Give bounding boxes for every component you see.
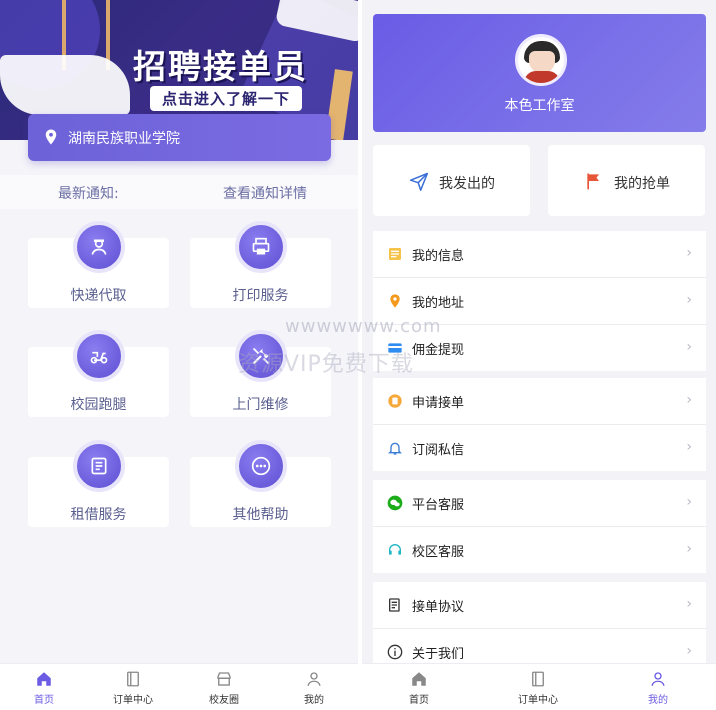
- service-card-other[interactable]: 其他帮助: [190, 440, 331, 527]
- document-icon: [389, 598, 400, 612]
- service-label: 打印服务: [232, 288, 289, 304]
- chevron-right-icon: ›: [686, 245, 692, 261]
- tab-label: 首页: [34, 695, 54, 706]
- campus-location-bar[interactable]: 湖南民族职业学院: [28, 114, 331, 161]
- watermark-text: 资源VIP免费下载: [238, 352, 414, 377]
- my-grab-button[interactable]: 我的抢单: [548, 145, 705, 216]
- banner-title: 招聘接单员: [133, 47, 308, 86]
- notice-bar: 最新通知: 查看通知详情: [0, 175, 358, 209]
- rent-icon: [73, 440, 125, 492]
- book-illustration: [0, 55, 130, 115]
- menu-group-about: 接单协议 › 关于我们 ›: [373, 582, 706, 675]
- service-label: 其他帮助: [232, 507, 289, 523]
- chevron-right-icon: ›: [686, 494, 692, 510]
- menu-group-account: 我的信息 › 我的地址 › 佣金提现 ›: [373, 231, 706, 371]
- campus-name: 湖南民族职业学院: [68, 131, 180, 147]
- notice-detail-link[interactable]: 查看通知详情: [223, 183, 307, 203]
- location-pin-icon: [45, 129, 57, 145]
- user-icon: [651, 672, 665, 686]
- tab-mine[interactable]: 我的: [284, 670, 344, 706]
- service-label: 租借服务: [70, 507, 127, 523]
- info-card-icon: [389, 248, 401, 260]
- menu-item-my-info[interactable]: 我的信息 ›: [373, 231, 706, 278]
- tab-home[interactable]: 首页: [14, 670, 74, 706]
- menu-label: 申请接单: [412, 396, 465, 411]
- more-icon: [235, 440, 287, 492]
- my-grab-label: 我的抢单: [614, 176, 670, 192]
- notice-label: 最新通知:: [58, 186, 119, 202]
- scooter-icon: [73, 330, 125, 382]
- tab-alumni[interactable]: 校友圈: [194, 670, 254, 706]
- my-sent-button[interactable]: 我发出的: [373, 145, 530, 216]
- home-icon: [37, 672, 51, 686]
- menu-label: 我的地址: [412, 296, 465, 311]
- chevron-right-icon: ›: [686, 541, 692, 557]
- tab-mine[interactable]: 我的: [628, 670, 688, 706]
- user-icon: [307, 672, 321, 686]
- chevron-right-icon: ›: [686, 292, 692, 308]
- tab-label: 订单中心: [113, 695, 153, 706]
- service-card-courier[interactable]: 快递代取: [28, 221, 169, 308]
- chevron-right-icon: ›: [686, 392, 692, 408]
- chevron-right-icon: ›: [686, 339, 692, 355]
- flag-icon: [587, 173, 599, 190]
- menu-label: 我的信息: [412, 249, 465, 264]
- bottom-tab-bar: 首页 订单中心 我的: [362, 663, 716, 710]
- order-icon: [127, 671, 139, 687]
- bottom-tab-bar: 首页 订单中心 校友圈 我的: [0, 663, 358, 710]
- tab-orders[interactable]: 订单中心: [508, 670, 568, 706]
- courier-icon: [73, 221, 125, 273]
- menu-label: 接单协议: [412, 600, 465, 615]
- profile-header: 本色工作室: [373, 14, 706, 132]
- about-icon: [387, 644, 403, 660]
- chevron-right-icon: ›: [686, 643, 692, 659]
- menu-label: 佣金提现: [412, 343, 465, 358]
- service-card-print[interactable]: 打印服务: [190, 221, 331, 308]
- shop-icon: [217, 672, 231, 686]
- order-icon: [532, 671, 544, 687]
- send-icon: [409, 172, 429, 191]
- tab-label: 我的: [304, 695, 324, 706]
- tab-label: 订单中心: [518, 695, 558, 706]
- watermark-url: wwwwwww.com: [285, 316, 442, 337]
- profile-screen: 本色工作室 我发出的 我的抢单 我的信息 › 我的地址 › 佣金提现 › 申请接…: [362, 0, 716, 710]
- chevron-right-icon: ›: [686, 439, 692, 455]
- service-label: 上门维修: [232, 397, 289, 413]
- service-label: 校园跑腿: [70, 397, 127, 413]
- menu-item-campus-service[interactable]: 校区客服 ›: [373, 527, 706, 573]
- apply-icon: [388, 394, 402, 408]
- menu-item-platform-service[interactable]: 平台客服 ›: [373, 480, 706, 527]
- printer-icon: [235, 221, 287, 273]
- tab-label: 我的: [648, 695, 668, 706]
- my-sent-label: 我发出的: [439, 176, 495, 192]
- support-icon: [389, 544, 401, 555]
- bell-icon: [388, 442, 402, 455]
- tab-orders[interactable]: 订单中心: [103, 670, 163, 706]
- tab-home[interactable]: 首页: [389, 670, 449, 706]
- profile-name: 本色工作室: [504, 98, 575, 114]
- chevron-right-icon: ›: [686, 596, 692, 612]
- tab-label: 首页: [409, 695, 429, 706]
- wechat-icon: [387, 495, 403, 511]
- location-icon: [390, 294, 400, 308]
- home-icon: [412, 672, 426, 686]
- menu-group-support: 平台客服 › 校区客服 ›: [373, 480, 706, 573]
- service-card-errand[interactable]: 校园跑腿: [28, 330, 169, 417]
- menu-label: 订阅私信: [412, 443, 465, 458]
- menu-label: 关于我们: [412, 647, 465, 662]
- service-card-rent[interactable]: 租借服务: [28, 440, 169, 527]
- menu-item-subscribe[interactable]: 订阅私信 ›: [373, 425, 706, 471]
- menu-label: 平台客服: [412, 498, 465, 513]
- avatar[interactable]: [515, 34, 567, 86]
- menu-label: 校区客服: [412, 545, 465, 560]
- menu-item-agreement[interactable]: 接单协议 ›: [373, 582, 706, 629]
- menu-group-orders: 申请接单 › 订阅私信 ›: [373, 378, 706, 471]
- banner-subtitle: 点击进入了解一下: [150, 86, 303, 111]
- tab-label: 校友圈: [209, 695, 239, 706]
- service-label: 快递代取: [70, 288, 127, 304]
- menu-item-apply[interactable]: 申请接单 ›: [373, 378, 706, 425]
